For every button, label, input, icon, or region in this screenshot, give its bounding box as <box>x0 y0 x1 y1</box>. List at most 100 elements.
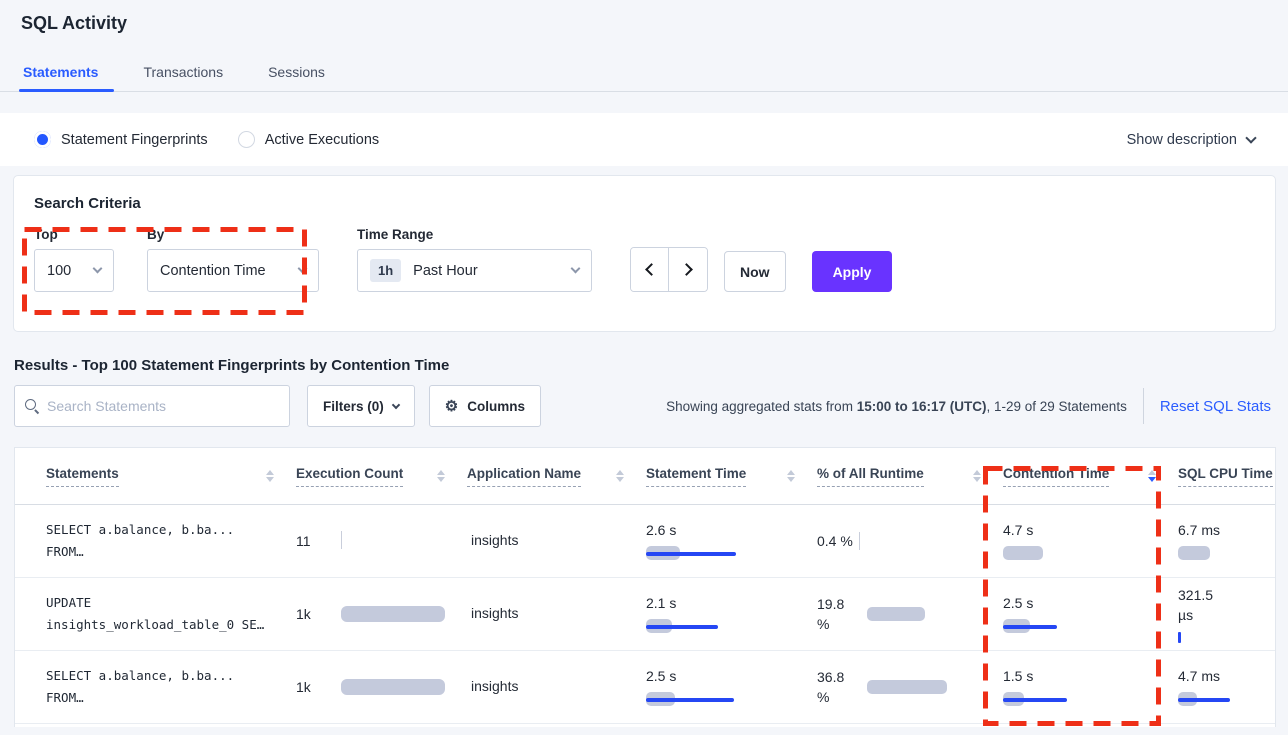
bar-zero-tick <box>859 532 861 550</box>
stats-time-range: 15:00 to 16:17 (UTC) <box>857 399 987 414</box>
search-statements-input[interactable] <box>47 398 279 414</box>
chevron-left-icon <box>645 263 658 276</box>
tab-bar: Statements Transactions Sessions <box>0 58 1288 92</box>
by-value: Contention Time <box>160 263 266 279</box>
sql-cpu-time-cell: 4.7 ms <box>1178 668 1276 707</box>
statement-time-value: 2.1 s <box>646 595 817 611</box>
metric-bar <box>1178 691 1276 707</box>
bar-gray <box>341 679 445 695</box>
filters-button[interactable]: Filters (0) <box>307 385 415 427</box>
runtime-pct-value: 19.8 % <box>817 594 857 634</box>
contention-time-cell: 1.5 s <box>1003 668 1178 707</box>
application-name: insights <box>471 605 518 621</box>
chevron-down-icon <box>1245 132 1256 143</box>
bar-blue-line <box>646 698 734 702</box>
contention-time-cell: 4.7 s <box>1003 522 1178 561</box>
metric-bar <box>1003 545 1113 561</box>
bar-gray <box>341 606 445 622</box>
top-select[interactable]: 100 <box>34 249 114 292</box>
column-header-sql-cpu-time[interactable]: SQL CPU Time <box>1178 466 1276 487</box>
chevron-down-icon <box>392 400 400 408</box>
execution-count-value: 1k <box>296 679 311 695</box>
bar-gray <box>867 607 925 621</box>
sql-cpu-time-value: 4.7 ms <box>1178 668 1276 684</box>
runtime-pct-cell: 36.8 % <box>817 667 1003 707</box>
by-select[interactable]: Contention Time <box>147 249 319 292</box>
chevron-down-icon <box>571 264 581 274</box>
time-nav-group <box>630 247 708 292</box>
bar-blue-line <box>1178 698 1230 702</box>
application-name: insights <box>471 678 518 694</box>
show-description-toggle[interactable]: Show description <box>1127 132 1255 148</box>
sql-cpu-time-value: 6.7 ms <box>1178 522 1276 538</box>
chevron-down-icon <box>93 264 103 274</box>
contention-time-value: 4.7 s <box>1003 522 1178 538</box>
by-label: By <box>147 227 319 242</box>
search-criteria-row: Top 100 By Contention Time Time Range 1h… <box>34 227 1255 292</box>
application-name-cell: insights <box>467 678 646 696</box>
metric-bar <box>1003 691 1113 707</box>
statements-table: Statements Execution Count Application N… <box>14 447 1276 727</box>
time-prev-button[interactable] <box>631 248 669 291</box>
sort-icon <box>787 470 795 482</box>
chevron-right-icon <box>680 263 693 276</box>
radio-selected-icon <box>34 131 51 148</box>
apply-button[interactable]: Apply <box>812 251 893 292</box>
bar-zero-tick <box>341 531 343 549</box>
statement-fingerprint[interactable]: UPDATEinsights_workload_table_0 SE… <box>46 592 296 636</box>
bar-gray <box>867 680 947 694</box>
bar-gray <box>1003 546 1043 560</box>
statement-fingerprint[interactable]: SELECT a.balance, b.ba...FROM… <box>46 519 296 563</box>
by-field: By Contention Time <box>147 227 319 292</box>
reset-sql-stats-link[interactable]: Reset SQL Stats <box>1144 398 1276 415</box>
table-row: SELECT a.balance, b.ba...FROM…11insights… <box>15 505 1275 578</box>
metric-bar <box>867 679 953 695</box>
contention-time-value: 2.5 s <box>1003 595 1178 611</box>
sort-icon <box>266 470 274 482</box>
table-row: UPDATEinsights_workload_table_0 SE…1kins… <box>15 578 1275 651</box>
statement-line: FROM… <box>46 687 296 709</box>
results-toolbar: Filters (0) ⚙ Columns Showing aggregated… <box>14 385 1276 427</box>
column-header-contention-time[interactable]: Contention Time <box>1003 466 1178 487</box>
bar-blue-line <box>646 552 736 556</box>
column-header-statement-time[interactable]: Statement Time <box>646 466 817 487</box>
search-statements-box <box>14 385 290 427</box>
tab-statements[interactable]: Statements <box>21 58 100 91</box>
tab-transactions[interactable]: Transactions <box>141 58 225 91</box>
show-description-label: Show description <box>1127 132 1237 148</box>
metric-bar <box>646 618 756 634</box>
column-header-application-name[interactable]: Application Name <box>467 466 646 487</box>
time-next-button[interactable] <box>669 248 707 291</box>
execution-count-cell: 11 <box>296 532 467 550</box>
top-label: Top <box>34 227 114 242</box>
metric-bar <box>859 533 945 549</box>
column-header-execution-count[interactable]: Execution Count <box>296 466 467 487</box>
top-field: Top 100 <box>34 227 114 292</box>
statement-line: UPDATE <box>46 592 296 614</box>
filters-label: Filters (0) <box>323 399 384 414</box>
columns-button[interactable]: ⚙ Columns <box>429 385 541 427</box>
radio-statement-fingerprints[interactable]: Statement Fingerprints <box>34 131 208 148</box>
sort-icon <box>616 470 624 482</box>
column-header-runtime-pct[interactable]: % of All Runtime <box>817 466 1003 487</box>
columns-label: Columns <box>467 399 525 414</box>
metric-bar <box>646 691 756 707</box>
now-button[interactable]: Now <box>724 251 786 292</box>
runtime-pct-value: 0.4 % <box>817 531 853 551</box>
sql-cpu-time-cell: 321.5 µs <box>1178 585 1276 643</box>
contention-time-value: 1.5 s <box>1003 668 1178 684</box>
time-range-badge: 1h <box>370 259 401 282</box>
table-header-row: Statements Execution Count Application N… <box>15 448 1275 505</box>
radio-label: Active Executions <box>265 132 379 148</box>
search-criteria-card: Search Criteria Top 100 By Contention Ti… <box>13 175 1276 332</box>
statement-fingerprint[interactable]: SELECT a.balance, b.ba...FROM… <box>46 665 296 709</box>
tab-sessions[interactable]: Sessions <box>266 58 327 91</box>
column-header-statements[interactable]: Statements <box>46 466 296 487</box>
application-name: insights <box>471 532 518 548</box>
execution-count-cell: 1k <box>296 678 467 696</box>
search-icon <box>25 399 39 413</box>
radio-active-executions[interactable]: Active Executions <box>238 131 379 148</box>
time-range-select[interactable]: 1h Past Hour <box>357 249 592 292</box>
metric-bar <box>341 605 445 623</box>
runtime-pct-cell: 0.4 % <box>817 531 1003 551</box>
